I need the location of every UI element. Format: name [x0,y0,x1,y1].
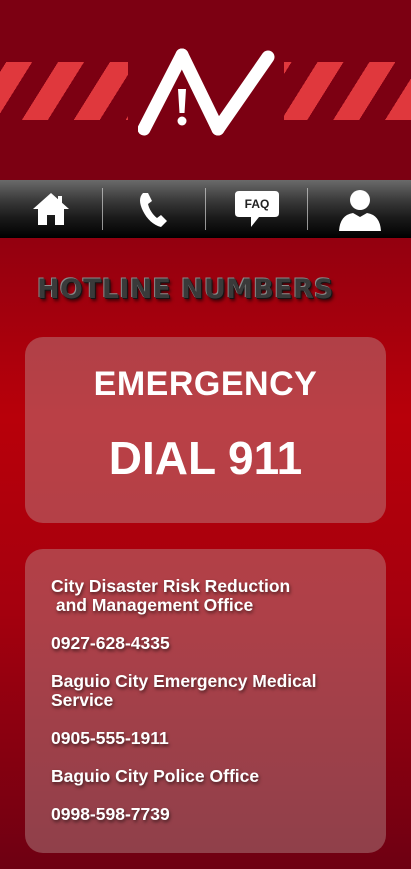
hotline-number[interactable]: 0998-598-7739 [51,805,170,824]
bottom-nav: FAQ [0,180,411,238]
nav-faq[interactable]: FAQ [206,180,309,238]
hotline-number[interactable]: 0927-628-4335 [51,634,170,653]
emergency-dial[interactable]: DIAL 911 [25,431,386,485]
hotline-number[interactable]: 0905-555-1911 [51,729,169,748]
nav-home[interactable] [0,180,103,238]
hotline-name: City Disaster Risk Reduction and Managem… [51,576,291,615]
emergency-label: EMERGENCY [93,365,318,403]
hotline-list: City Disaster Risk Reduction and Managem… [25,549,386,853]
app-header [0,0,411,180]
hotline-name: Baguio City Emergency Medical Service [51,671,317,710]
app-logo [138,48,275,136]
nav-profile[interactable] [308,180,411,238]
home-icon [33,193,70,225]
hotline-name: Baguio City Police Office [51,766,260,786]
user-icon [338,190,381,231]
page-title: HOTLINE NUMBERS [37,274,334,305]
phone-icon [140,193,168,227]
faq-icon-label: FAQ [245,197,270,211]
nav-call[interactable] [103,180,206,238]
emergency-card[interactable]: EMERGENCY DIAL 911 [25,337,386,523]
faq-icon: FAQ [234,191,279,227]
